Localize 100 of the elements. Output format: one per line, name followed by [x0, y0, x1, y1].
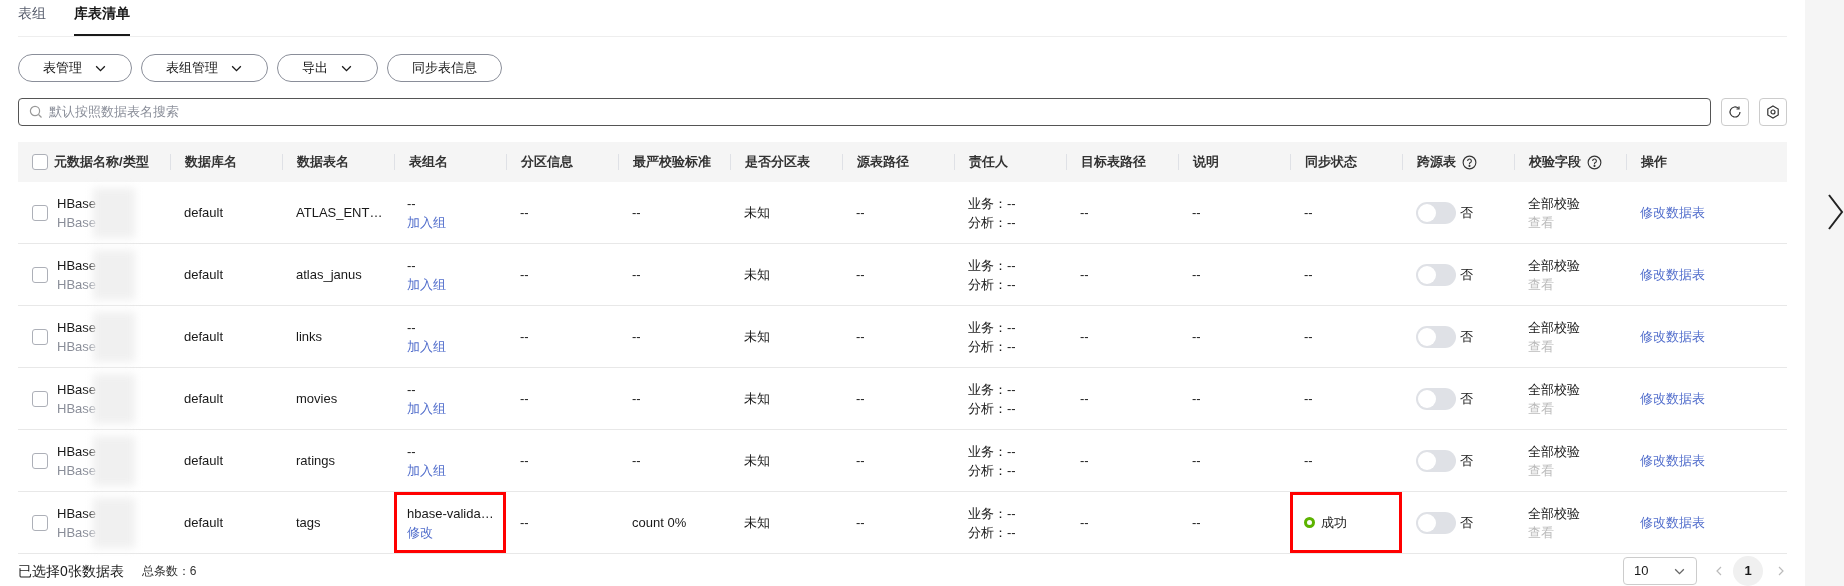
table-cell-text: 全部校验	[1528, 380, 1581, 399]
table-cell: 未知	[744, 204, 770, 220]
table-cell-text: HBase	[57, 504, 97, 523]
table-cell: --	[520, 328, 529, 344]
toggle-switch[interactable]	[1416, 263, 1456, 286]
row-checkbox[interactable]	[32, 266, 48, 283]
table-cell: default	[184, 266, 224, 282]
toggle-switch[interactable]	[1416, 325, 1456, 348]
group-link[interactable]: 修改	[407, 522, 433, 542]
column-header: 源表路径	[857, 153, 909, 172]
table-cell: tags	[296, 514, 321, 530]
table-cell: default	[184, 204, 224, 220]
table-cell-text: HBase	[57, 194, 97, 213]
edit-table-link[interactable]: 修改数据表	[1640, 204, 1705, 220]
row-checkbox[interactable]	[32, 154, 48, 170]
row-checkbox[interactable]	[32, 452, 48, 469]
row-checkbox[interactable]	[32, 390, 48, 407]
page-button[interactable]: 1	[1733, 556, 1763, 586]
table-cell: count 0%	[632, 514, 687, 530]
group-link[interactable]: 加入组	[407, 460, 446, 480]
table-cell: default	[184, 514, 224, 530]
tab[interactable]: 库表清单	[74, 3, 130, 36]
group-link[interactable]: 加入组	[407, 212, 446, 232]
table-cell-text: 否	[1460, 327, 1473, 346]
table-cell-text: HBase	[57, 461, 97, 480]
page-size-select[interactable]: 10	[1623, 557, 1697, 585]
table-cell-text: 成功	[1321, 513, 1347, 532]
column-header: 操作	[1641, 153, 1667, 172]
edit-table-link[interactable]: 修改数据表	[1640, 514, 1705, 530]
settings-button[interactable]	[1759, 98, 1787, 126]
table-cell-text: --	[1304, 203, 1313, 222]
column-header: 是否分区表	[745, 153, 810, 172]
total-count: 总条数：6	[141, 563, 197, 580]
table-cell: --	[1192, 452, 1201, 468]
group-link[interactable]: 加入组	[407, 336, 446, 356]
table-cell-text: 否	[1460, 203, 1473, 222]
edit-table-link[interactable]: 修改数据表	[1640, 390, 1705, 406]
table-cell: --	[1080, 390, 1089, 406]
table-cell: 未知	[744, 452, 770, 468]
table-cell: ratings	[296, 452, 336, 468]
table-cell: movies	[296, 390, 338, 406]
table-cell: --	[1192, 266, 1201, 282]
table-cell-text: --	[407, 380, 416, 399]
table-cell: --	[856, 452, 865, 468]
table-cell-text: 全部校验	[1528, 194, 1581, 213]
edit-table-link[interactable]: 修改数据表	[1640, 452, 1705, 468]
edit-table-link[interactable]: 修改数据表	[1640, 328, 1705, 344]
table-cell-text: 业务：--	[968, 318, 1017, 337]
table-cell: atlas_janus	[296, 266, 362, 282]
toggle-switch[interactable]	[1416, 387, 1456, 410]
table-cell: --	[1080, 204, 1089, 220]
table-cell: 未知	[744, 390, 770, 406]
search-field[interactable]: 默认按照数据表名搜索	[18, 98, 1711, 126]
refresh-button[interactable]	[1721, 98, 1749, 126]
table-cell: --	[520, 390, 529, 406]
table-cell-text: 分析：--	[968, 399, 1017, 418]
table-cell: --	[856, 204, 865, 220]
edit-table-link[interactable]: 修改数据表	[1640, 266, 1705, 282]
table-cell-text: 否	[1460, 513, 1473, 532]
table-cell-text: 否	[1460, 265, 1473, 284]
table-cell: default	[184, 328, 224, 344]
table-cell-text: HBase	[57, 213, 97, 232]
table-cell: 未知	[744, 514, 770, 530]
table-cell-text: HBase	[57, 380, 97, 399]
column-header: 校验字段	[1529, 153, 1581, 172]
column-header: 同步状态	[1305, 153, 1357, 172]
table-cell-text: 全部校验	[1528, 504, 1581, 523]
selection-count: 已选择0张数据表	[18, 561, 124, 581]
column-header: 责任人	[969, 153, 1008, 172]
table-cell: --	[520, 452, 529, 468]
table-cell: ATLAS_ENT…	[296, 204, 383, 220]
table-cell-text: HBase	[57, 523, 97, 542]
table-cell-text: --	[1304, 451, 1313, 470]
row-checkbox[interactable]	[32, 204, 48, 221]
row-checkbox[interactable]	[32, 514, 48, 531]
group-link[interactable]: 加入组	[407, 274, 446, 294]
table-cell: --	[1080, 514, 1089, 530]
table-cell-text: HBase	[57, 318, 97, 337]
table-cell: --	[632, 204, 641, 220]
column-header: 元数据名称/类型	[54, 153, 149, 172]
table-cell-text: 全部校验	[1528, 442, 1581, 461]
table-cell: --	[632, 328, 641, 344]
toggle-switch[interactable]	[1416, 449, 1456, 472]
table-cell: --	[520, 266, 529, 282]
chevron-right-icon[interactable]	[1826, 192, 1844, 232]
table-cell-text: 分析：--	[968, 523, 1017, 542]
table-cell-text: 业务：--	[968, 442, 1017, 461]
table-cell: --	[1192, 390, 1201, 406]
tab[interactable]: 表组	[18, 3, 46, 36]
search-input[interactable]: 默认按照数据表名搜索	[49, 102, 1700, 122]
row-checkbox[interactable]	[32, 328, 48, 345]
table-cell-text: 否	[1460, 389, 1473, 408]
table-cell-text: HBase	[57, 399, 97, 418]
table-cell: --	[632, 266, 641, 282]
toggle-switch[interactable]	[1416, 201, 1456, 224]
table-cell: --	[856, 514, 865, 530]
table-cell-text: HBase	[57, 442, 97, 461]
toggle-switch[interactable]	[1416, 511, 1456, 534]
group-link[interactable]: 加入组	[407, 398, 446, 418]
table-cell: --	[520, 204, 529, 220]
